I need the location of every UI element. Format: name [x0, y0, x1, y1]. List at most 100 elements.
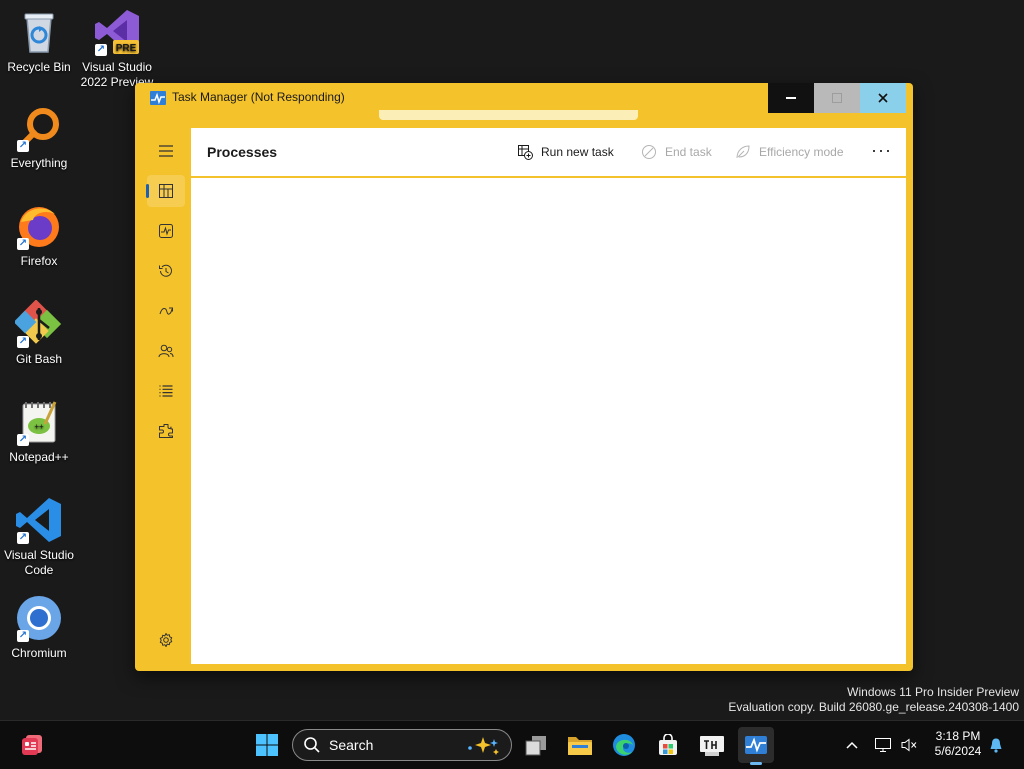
desktop-icon-chromium[interactable]: ↗ Chromium [1, 594, 77, 661]
notepad-plus-plus-icon: ++ ↗ [15, 398, 63, 446]
firefox-icon: ↗ [15, 202, 63, 250]
bell-icon [990, 738, 1002, 753]
nav-performance[interactable] [147, 215, 185, 247]
watermark-line-2: Evaluation copy. Build 26080.ge_release.… [728, 700, 1019, 714]
network-status-button[interactable] [872, 721, 894, 769]
windows-start-icon [256, 734, 278, 756]
widgets-news-icon [22, 735, 42, 755]
file-explorer-button[interactable] [562, 727, 598, 763]
maximize-icon [832, 93, 842, 103]
search-label: Search [329, 737, 374, 753]
desktop-icon-recycle-bin[interactable]: Recycle Bin [1, 8, 77, 75]
task-view-button[interactable] [518, 727, 554, 763]
taskbar-search-box[interactable]: Search [292, 729, 512, 761]
search-bar-ghost [379, 110, 638, 120]
end-task-label: End task [665, 145, 712, 159]
run-new-task-label: Run new task [541, 145, 614, 159]
end-task-button[interactable]: End task [641, 144, 712, 160]
close-button[interactable] [860, 83, 906, 113]
task-manager-icon [150, 91, 166, 105]
run-new-task-button[interactable]: Run new task [517, 144, 614, 160]
run-new-task-icon [518, 145, 533, 160]
startup-apps-icon [159, 307, 173, 315]
details-icon [159, 385, 173, 397]
desktop-icon-notepad-plus-plus[interactable]: ++ ↗ Notepad++ [1, 398, 77, 465]
desktop-icon-label: Chromium [11, 646, 67, 660]
everything-icon: ↗ [15, 104, 63, 152]
desktop-icon-label: Recycle Bin [7, 60, 71, 74]
watermark-line-1: Windows 11 Pro Insider Preview [847, 685, 1019, 699]
desktop-icon-label: Visual Studio Code [4, 548, 74, 577]
desktop-icon-visual-studio-preview[interactable]: PRE ↗ Visual Studio 2022 Preview [79, 8, 155, 90]
nav-users[interactable] [147, 335, 185, 367]
nav-app-history[interactable] [147, 255, 185, 287]
hamburger-menu-icon [159, 145, 173, 157]
visual-studio-icon: PRE ↗ [93, 8, 141, 56]
desktop-icon-vscode[interactable]: ↗ Visual Studio Code [1, 496, 77, 578]
clock-time: 3:18 PM [935, 729, 981, 743]
vscode-icon: ↗ [15, 496, 63, 544]
settings-gear-icon [159, 633, 173, 647]
svg-text:++: ++ [34, 422, 44, 431]
nav-services[interactable] [147, 415, 185, 447]
chromium-icon: ↗ [15, 594, 63, 642]
shortcut-arrow-icon: ↗ [17, 434, 29, 446]
desktop-icon-label: Notepad++ [9, 450, 69, 464]
task-manager-taskbar-button[interactable] [738, 727, 774, 765]
widgets-button[interactable] [14, 727, 50, 763]
shortcut-arrow-icon: ↗ [95, 44, 107, 56]
search-icon [304, 737, 320, 753]
speaker-muted-icon [901, 738, 917, 752]
shortcut-arrow-icon: ↗ [17, 532, 29, 544]
app-history-icon [159, 264, 172, 277]
efficiency-leaf-icon [736, 145, 750, 159]
git-bash-icon: ↗ [13, 299, 63, 348]
performance-icon [159, 224, 173, 238]
shortcut-arrow-icon: ↗ [17, 630, 29, 642]
efficiency-mode-button[interactable]: Efficiency mode [735, 144, 844, 160]
nav-startup-apps[interactable] [147, 295, 185, 327]
clock-date: 5/6/2024 [934, 744, 982, 758]
nav-settings[interactable] [147, 624, 185, 656]
edge-browser-icon [613, 734, 635, 756]
desktop-icon-firefox[interactable]: ↗ Firefox [1, 202, 77, 269]
chevron-up-icon [846, 741, 858, 749]
shortcut-arrow-icon: ↗ [17, 140, 29, 152]
system-clock[interactable]: 3:18 PM 5/6/2024 [928, 729, 988, 759]
efficiency-mode-label: Efficiency mode [759, 145, 844, 159]
task-view-icon [525, 736, 546, 756]
edge-button[interactable] [606, 727, 642, 763]
more-options-button[interactable]: ··· [871, 140, 892, 161]
desktop-icon-git-bash[interactable]: ↗ Git Bash [1, 299, 77, 367]
windows-evaluation-watermark: Windows 11 Pro Insider Preview Evaluatio… [728, 685, 1019, 715]
end-task-icon [642, 145, 656, 159]
copilot-sparkle-icon [468, 737, 499, 755]
nav-details[interactable] [147, 375, 185, 407]
desktop-icon-everything[interactable]: ↗ Everything [1, 104, 77, 171]
maximize-button[interactable] [814, 83, 860, 113]
network-icon [875, 738, 891, 752]
show-hidden-icons-button[interactable] [842, 721, 862, 769]
microsoft-store-button[interactable] [650, 727, 686, 763]
recycle-bin-icon [15, 8, 63, 56]
minimize-button[interactable] [768, 83, 814, 113]
shortcut-arrow-icon: ↗ [17, 238, 29, 250]
processes-icon [159, 184, 173, 198]
task-manager-window[interactable]: Task Manager (Not Responding) Processes … [135, 83, 913, 671]
task-manager-icon [745, 736, 767, 754]
desktop-icon-label: Firefox [20, 254, 58, 268]
volume-button[interactable] [898, 721, 920, 769]
app-button-hwu[interactable] [694, 727, 730, 763]
navigation-rail [135, 113, 191, 671]
desktop-icon-label: Everything [10, 156, 68, 170]
store-bag-icon [659, 734, 677, 755]
nav-processes[interactable] [146, 175, 185, 207]
preview-badge: PRE [116, 43, 137, 54]
close-icon [878, 93, 888, 103]
shortcut-arrow-icon: ↗ [17, 336, 29, 348]
start-button[interactable] [249, 727, 285, 763]
command-bar: Processes Run new task End task Efficien… [191, 128, 906, 178]
notifications-button[interactable] [986, 721, 1006, 769]
menu-button[interactable] [147, 135, 185, 167]
more-options-icon: ··· [871, 140, 892, 160]
